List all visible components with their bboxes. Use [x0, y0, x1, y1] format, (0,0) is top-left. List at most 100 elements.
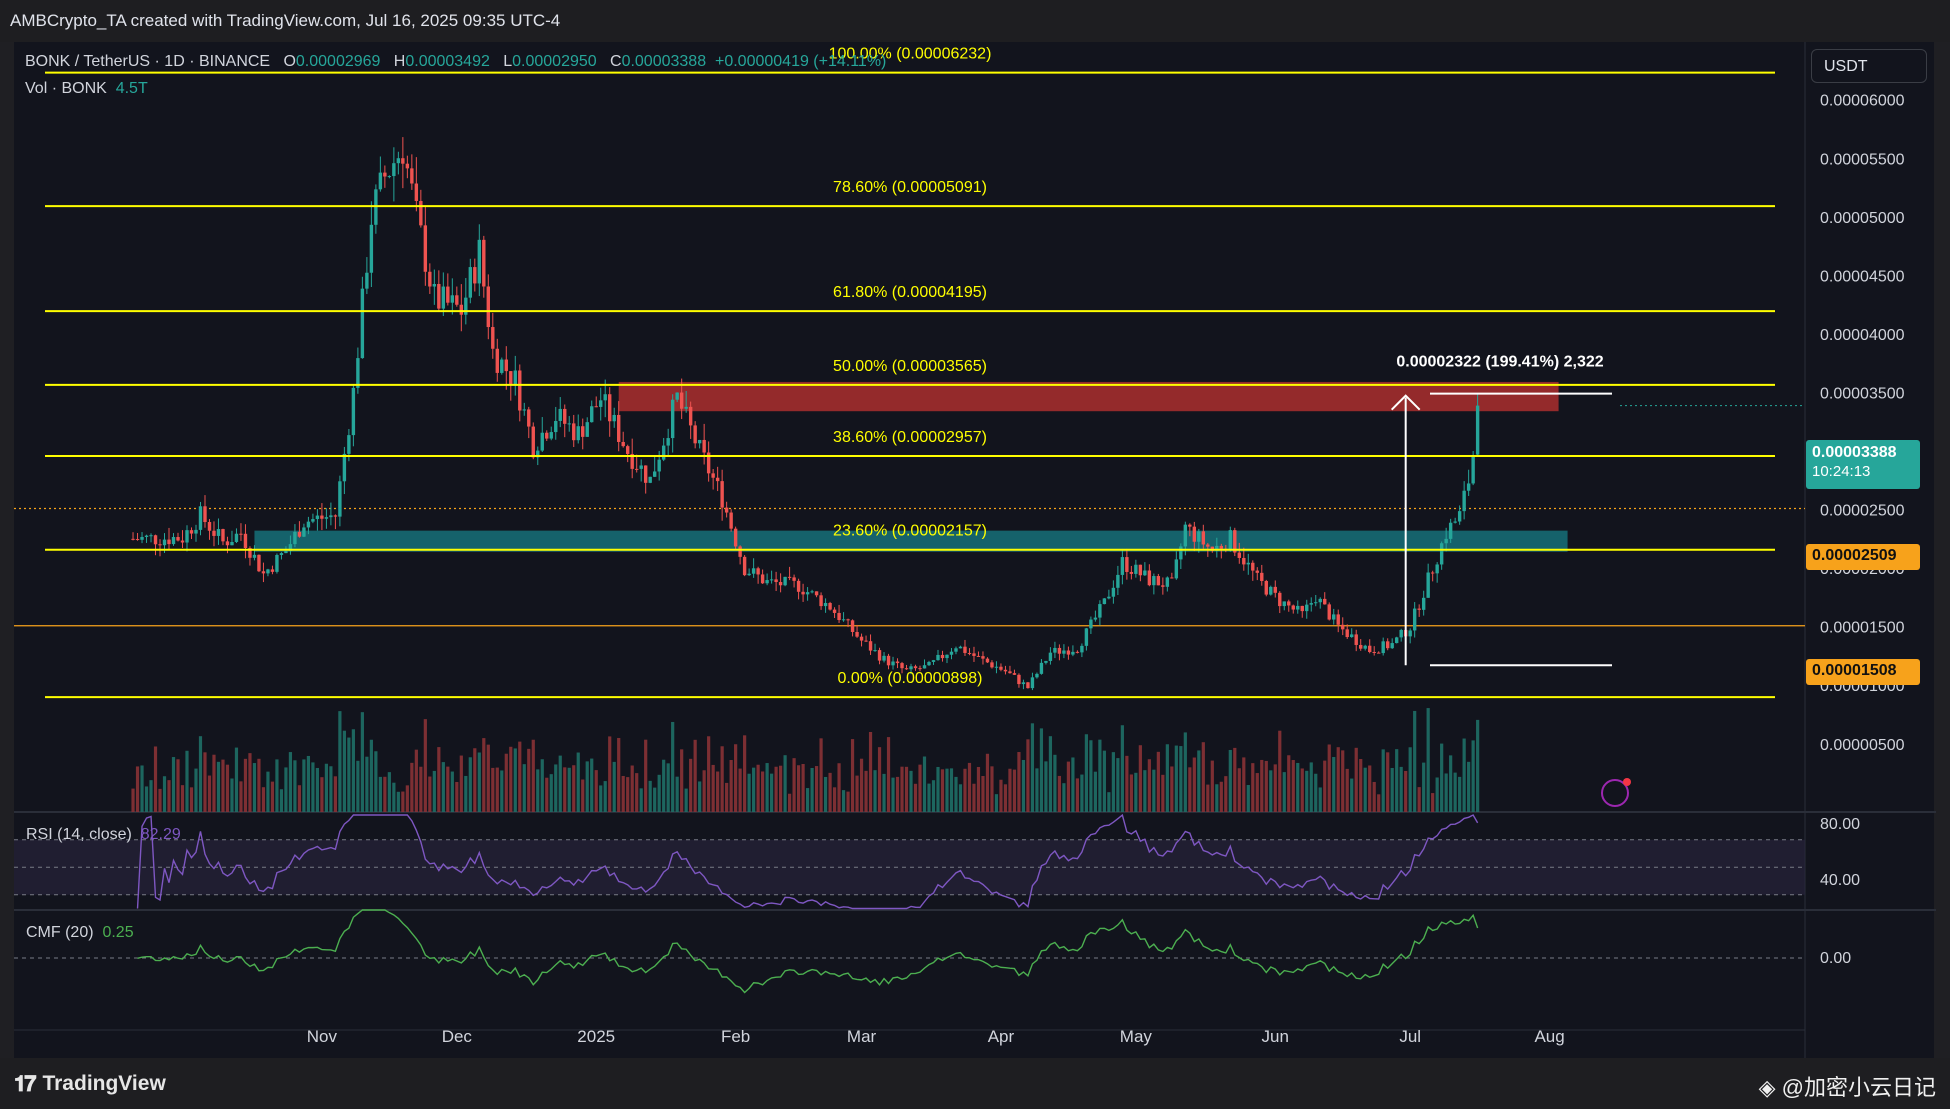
- candle-body: [1111, 587, 1116, 597]
- candle-body: [1143, 570, 1147, 576]
- volume-bar: [1089, 740, 1093, 812]
- volume-bar: [198, 736, 203, 812]
- candle-body: [1264, 580, 1268, 595]
- x-tick-label: Mar: [847, 1027, 877, 1046]
- volume-bar: [261, 787, 266, 812]
- volume-bar: [882, 773, 886, 812]
- volume-bar: [972, 783, 976, 812]
- candle-body: [1287, 601, 1291, 606]
- high-value: 0.00003492: [405, 53, 490, 70]
- volume-bar: [936, 766, 940, 812]
- volume-bar: [428, 776, 432, 812]
- candle-body: [1412, 608, 1417, 631]
- volume-bar: [635, 773, 639, 812]
- volume-bar: [900, 766, 904, 812]
- x-tick-label: Dec: [442, 1027, 473, 1046]
- price-chart[interactable]: 0.00006000 0.00005500 0.00005000 0.00004500…: [0, 0, 1950, 1109]
- candle-body: [1237, 552, 1241, 558]
- candle-body: [297, 531, 302, 537]
- volume-bar: [1399, 766, 1403, 812]
- cmf-line: [137, 909, 1479, 994]
- candle-body: [864, 640, 868, 642]
- x-tick-label: Nov: [307, 1027, 338, 1046]
- volume-bar: [392, 782, 396, 812]
- volume-bar: [1386, 752, 1390, 812]
- volume-bar: [1287, 755, 1291, 812]
- volume-bar: [1246, 785, 1250, 812]
- candle-body: [1057, 647, 1062, 654]
- volume-bar: [612, 761, 616, 812]
- candle-body: [720, 481, 724, 508]
- candle-body: [679, 392, 684, 409]
- candle-body: [832, 609, 837, 613]
- volume-bar: [693, 739, 697, 812]
- candle-body: [657, 459, 661, 472]
- candle-body: [513, 370, 517, 385]
- volume-bar: [1233, 747, 1237, 812]
- candle-body: [850, 620, 855, 632]
- candle-body: [1030, 677, 1035, 689]
- candle-body: [315, 515, 320, 520]
- volume-bar: [1111, 752, 1115, 812]
- candle-body: [693, 425, 697, 444]
- volume-bar: [374, 751, 378, 812]
- volume-bar: [270, 781, 275, 812]
- candle-body: [1012, 673, 1017, 675]
- candle-body: [279, 553, 284, 555]
- candle-body: [306, 521, 311, 528]
- candle-body: [194, 529, 198, 534]
- volume-bar: [1125, 755, 1129, 812]
- volume-bar: [423, 719, 427, 812]
- volume-bar: [927, 783, 931, 812]
- candle-body: [859, 636, 864, 641]
- candle-body: [1062, 650, 1066, 654]
- volume-bar: [648, 780, 652, 812]
- volume-bar: [1237, 768, 1241, 812]
- candle-body: [369, 224, 374, 273]
- candle-body: [185, 530, 189, 543]
- volume-bar: [1381, 749, 1385, 812]
- volume-bar: [1080, 774, 1084, 812]
- candle-body: [918, 668, 922, 670]
- candle-body: [180, 540, 185, 543]
- last-price-tag: 0.00003388 10:24:13: [1806, 440, 1920, 489]
- candle-body: [464, 297, 468, 315]
- volume-bar: [1359, 759, 1363, 812]
- candle-body: [342, 453, 347, 482]
- candle-body: [581, 426, 585, 437]
- volume-bar: [990, 766, 994, 812]
- volume-bar: [288, 752, 293, 812]
- candle-body: [954, 648, 958, 652]
- volume-bar: [877, 747, 882, 812]
- volume-bar: [495, 767, 499, 812]
- candle-body: [715, 477, 720, 482]
- candle-body: [1039, 662, 1044, 674]
- volume-bar: [1030, 723, 1035, 812]
- candle-body: [945, 654, 949, 659]
- candle-body: [1273, 586, 1277, 593]
- volume-bar: [356, 760, 360, 812]
- volume-bar: [662, 759, 666, 812]
- volume-bar: [720, 746, 724, 812]
- candle-body: [576, 426, 580, 441]
- volume-bar: [918, 764, 922, 812]
- tradingview-logo[interactable]: 𝟏𝟕 TradingView: [14, 1070, 166, 1098]
- currency-button[interactable]: USDT: [1811, 49, 1927, 83]
- candle-body: [347, 435, 351, 454]
- fib-label-3: 50.00% (0.00003565): [833, 358, 987, 375]
- volume-bar: [958, 784, 963, 812]
- close-label: C: [610, 53, 622, 70]
- candle-body: [769, 579, 774, 581]
- volume-bar: [329, 766, 333, 812]
- volume-bar: [153, 746, 158, 812]
- volume-bar: [886, 737, 891, 812]
- volume-bar: [823, 776, 828, 812]
- volume-bar: [608, 736, 612, 812]
- candle-body: [1026, 682, 1030, 689]
- volume-bar: [1458, 776, 1462, 812]
- candle-body: [868, 641, 873, 651]
- volume-bar: [689, 758, 693, 812]
- candle-body: [1260, 572, 1264, 581]
- volume-bar: [1476, 719, 1480, 812]
- volume-bar: [1008, 768, 1012, 812]
